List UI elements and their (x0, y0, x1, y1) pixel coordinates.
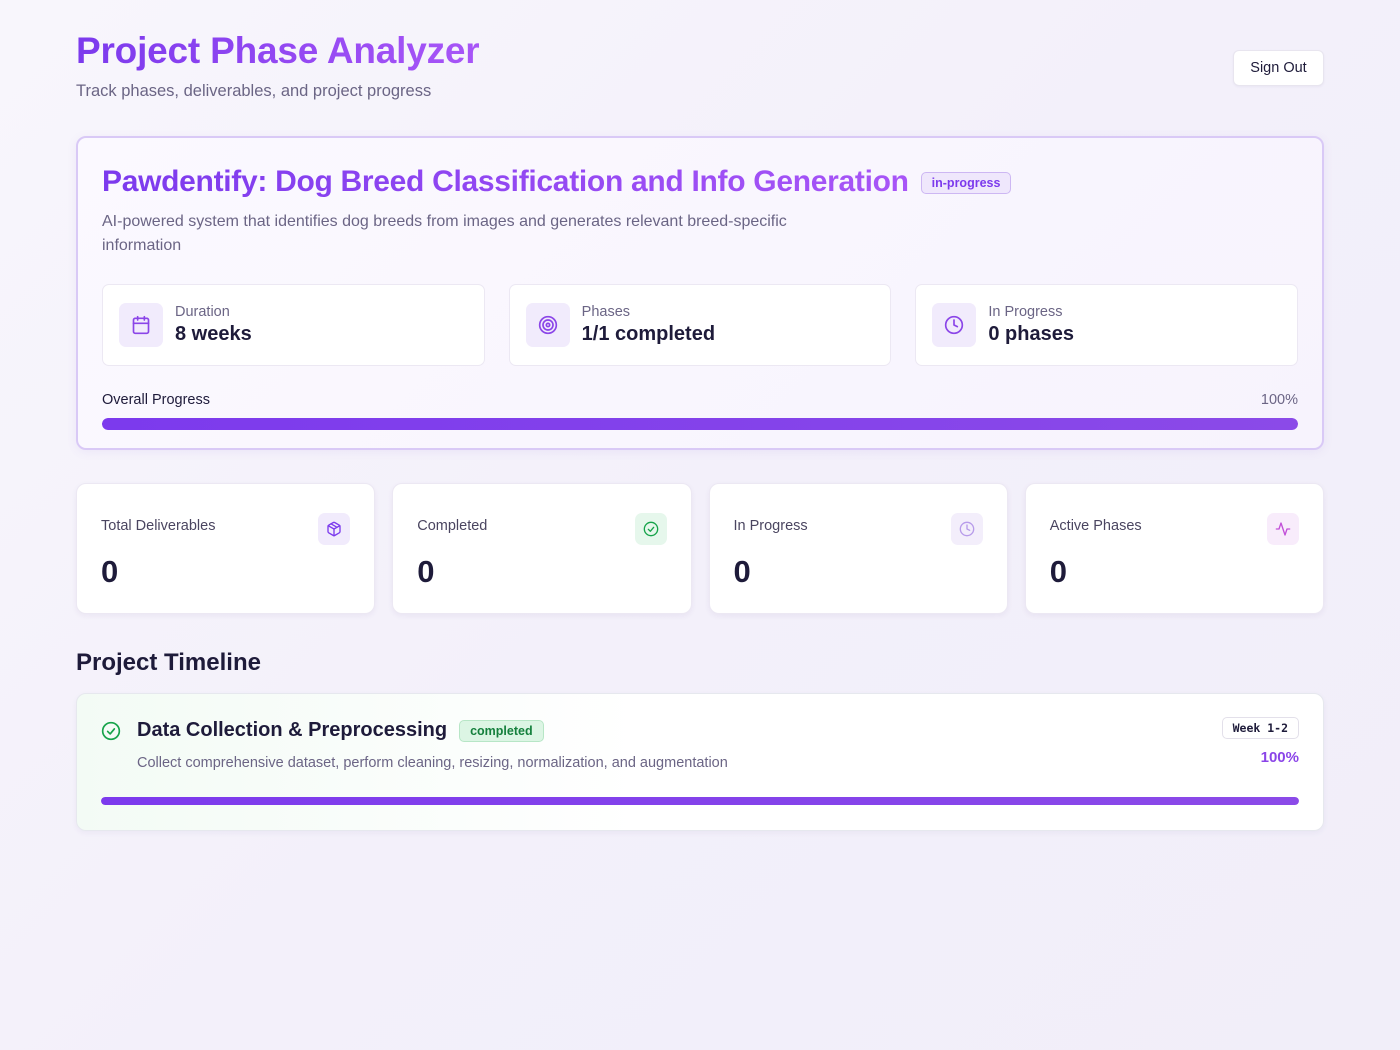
phase-progress-percent: 100% (1260, 749, 1299, 766)
check-circle-icon (101, 721, 121, 746)
app-subtitle: Track phases, deliverables, and project … (76, 82, 432, 100)
project-stats: Duration 8 weeks Phases 1/1 completed In… (102, 284, 1299, 366)
metric-label: Total Deliverables (101, 518, 216, 534)
metric-label: Completed (417, 518, 488, 534)
project-status-badge: in-progress (920, 172, 1012, 194)
metric-active-phases: Active Phases 0 (1024, 483, 1324, 614)
phase-progress-fill (101, 797, 1299, 805)
clock-icon (950, 513, 983, 545)
overall-progress-percent: 100% (1260, 392, 1298, 408)
timeline-title: Project Timeline (76, 649, 261, 676)
clock-icon (932, 303, 977, 347)
app-title: Project Phase Analyzer (76, 30, 480, 71)
phase-progress-bar (101, 797, 1299, 805)
page: Project Phase Analyzer Track phases, del… (0, 0, 1400, 1050)
stat-value: 0 phases (988, 323, 1074, 345)
metric-label: In Progress (733, 518, 808, 534)
stat-label: In Progress (988, 304, 1063, 320)
phase-title-row: Data Collection & Preprocessing complete… (137, 719, 544, 742)
phase-status-badge: completed (459, 719, 544, 742)
package-icon (318, 513, 351, 545)
stat-value: 1/1 completed (581, 323, 716, 345)
metric-value: 0 (1049, 554, 1067, 589)
target-icon (525, 303, 570, 347)
metrics-row: Total Deliverables 0 Completed 0 In Prog… (76, 483, 1324, 614)
metric-value: 0 (417, 554, 435, 589)
stat-phases: Phases 1/1 completed (508, 284, 892, 366)
sign-out-button[interactable]: Sign Out (1233, 50, 1324, 86)
stat-in-progress: In Progress 0 phases (915, 284, 1299, 366)
project-card: Pawdentify: Dog Breed Classification and… (76, 136, 1324, 450)
check-circle-icon (634, 513, 667, 545)
overall-progress-fill (102, 418, 1298, 430)
project-description: AI-powered system that identifies dog br… (102, 213, 787, 254)
project-title-row: Pawdentify: Dog Breed Classification and… (102, 162, 1298, 202)
overall-progress-bar (102, 418, 1298, 430)
phase-description: Collect comprehensive dataset, perform c… (137, 755, 728, 771)
phase-title: Data Collection & Preprocessing (137, 719, 448, 741)
metric-value: 0 (733, 554, 751, 589)
phase-week-badge: Week 1-2 (1221, 717, 1299, 739)
stat-label: Phases (581, 304, 631, 320)
phase-card[interactable]: Data Collection & Preprocessing complete… (76, 693, 1324, 831)
stat-value: 8 weeks (175, 323, 252, 345)
metric-in-progress: In Progress 0 (708, 483, 1008, 614)
activity-icon (1267, 513, 1299, 545)
overall-progress-label: Overall Progress (102, 392, 210, 408)
stat-duration: Duration 8 weeks (102, 284, 485, 366)
project-title: Pawdentify: Dog Breed Classification and… (102, 165, 909, 198)
calendar-icon (119, 303, 163, 347)
metric-value: 0 (101, 554, 119, 589)
stat-label: Duration (175, 304, 230, 320)
metric-total-deliverables: Total Deliverables 0 (76, 483, 376, 614)
header: Project Phase Analyzer Track phases, del… (76, 0, 1324, 136)
overall-progress-header: Overall Progress 100% (102, 392, 1298, 408)
metric-completed: Completed 0 (392, 483, 692, 614)
metric-label: Active Phases (1049, 518, 1142, 534)
